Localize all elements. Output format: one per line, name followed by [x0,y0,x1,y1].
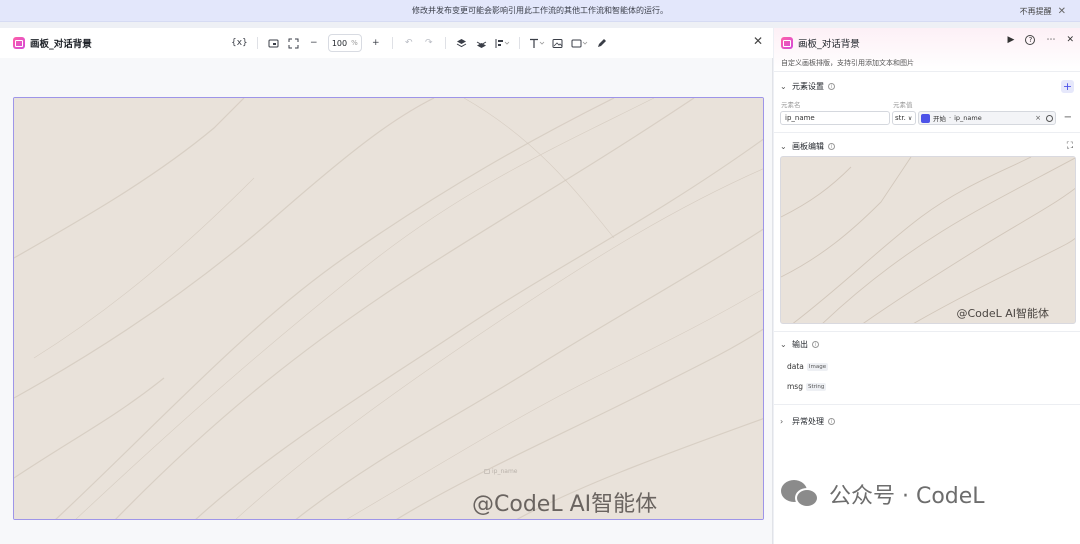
ref-separator: · [949,114,952,122]
canvas-editor-title: 画板_对话背景 [30,39,92,50]
node-config-panel: 画板_对话背景 ▶ ? ⋯ ✕ 自定义画板排版，支持引用添加文本和图片 ⌄ 元素… [774,28,1080,544]
info-icon: i [828,418,835,425]
close-icon[interactable]: ✕ [1058,6,1066,17]
section-divider [774,132,1080,133]
close-editor-icon[interactable]: ✕ [753,34,763,48]
output-type-badge: Image [806,362,829,371]
output-row: msg String [787,382,827,391]
align-dropdown-icon[interactable] [492,33,513,53]
close-panel-icon[interactable]: ✕ [1066,35,1074,45]
section-board-edit[interactable]: ⌄ 画板编辑 i [780,141,835,152]
column-name-label: 元素名 [781,101,801,109]
output-title: 输出 [792,340,808,349]
drawing-canvas[interactable]: ip_name @CodeL AI智能体 [13,97,764,520]
run-icon[interactable]: ▶ [1008,35,1015,45]
fit-screen-icon[interactable] [264,33,284,53]
chevron-down-icon: ⌄ [780,142,787,151]
info-icon: i [812,341,819,348]
placeholder-label: ip_name [492,468,518,475]
expand-icon[interactable]: ⛶ [1067,141,1073,151]
banner-message: 修改并发布变更可能会影响引用此工作流的其他工作流和智能体的运行。 [412,6,668,15]
toolbar-divider [444,37,446,49]
remove-element-icon[interactable]: − [1064,112,1072,123]
toolbar-divider [256,37,258,49]
type-select[interactable]: str. ∨ [892,111,916,125]
settings-icon[interactable] [1046,114,1053,122]
error-handling-title: 异常处理 [792,417,824,426]
panel-node-icon [781,37,793,49]
info-icon: i [828,83,835,90]
chevron-down-icon: ∨ [907,114,913,122]
chevron-down-icon: ⌄ [780,340,787,349]
zoom-in-icon[interactable]: + [366,33,386,53]
canvas-node-icon [13,37,25,49]
canvas-toolbar: {x} − 100 % + ↶ ↷ [228,33,612,53]
element-name-input[interactable]: ip_name [780,111,890,125]
canvas-editor-header: 画板_对话背景 {x} − 100 % + ↶ ↷ ✕ [0,28,773,58]
add-element-button[interactable]: + [1061,80,1074,93]
bring-forward-icon[interactable] [452,33,472,53]
dismiss-label[interactable]: 不再提醒 [1020,6,1052,17]
help-icon[interactable]: ? [1025,35,1036,45]
notice-banner: 修改并发布变更可能会影响引用此工作流的其他工作流和智能体的运行。 不再提醒 ✕ [0,0,1080,22]
section-divider [774,331,1080,332]
section-output[interactable]: ⌄ 输出 i [780,339,819,350]
fullscreen-icon[interactable] [284,33,304,53]
output-name: msg [787,382,803,391]
ip-name-placeholder[interactable]: ip_name [484,468,518,475]
zoom-unit: % [351,39,358,47]
canvas-watermark-text[interactable]: @CodeL AI智能体 [472,486,657,518]
section-error-handling[interactable]: › 异常处理 i [780,416,835,427]
background-image [14,98,763,519]
chevron-right-icon: › [780,417,784,426]
ref-source: 开始 [933,115,946,123]
undo-icon[interactable]: ↶ [399,33,419,53]
panel-header: 画板_对话背景 ▶ ? ⋯ ✕ 自定义画板排版，支持引用添加文本和图片 [774,28,1080,72]
board-edit-title: 画板编辑 [792,142,824,151]
redo-icon[interactable]: ↷ [419,33,439,53]
type-value: str. [895,114,906,122]
output-row: data Image [787,362,829,371]
section-divider [774,404,1080,405]
image-tool-icon[interactable] [548,33,568,53]
clear-icon[interactable]: × [1035,114,1041,122]
wechat-watermark: 公众号 · CodeL [781,478,985,510]
element-value-reference[interactable]: 开始 · ip_name × [918,111,1056,125]
toolbar-divider [518,37,520,49]
send-backward-icon[interactable] [472,33,492,53]
shape-tool-icon[interactable] [568,33,592,53]
pen-tool-icon[interactable] [592,33,612,53]
wechat-logo-icon [781,478,821,510]
column-value-label: 元素值 [893,101,913,109]
canvas-editor: 画板_对话背景 {x} − 100 % + ↶ ↷ ✕ ip_name @Cod… [0,28,773,544]
ref-variable: ip_name [954,114,982,122]
toolbar-divider [391,37,393,49]
text-tool-icon[interactable] [526,33,548,53]
zoom-out-icon[interactable]: − [304,33,324,53]
image-placeholder-icon [484,469,490,474]
start-node-icon [921,113,930,123]
variable-button[interactable]: {x} [228,33,251,53]
preview-watermark: @CodeL AI智能体 [956,307,1049,320]
output-name: data [787,362,804,371]
board-preview[interactable]: @CodeL AI智能体 [780,156,1076,324]
wechat-watermark-text: 公众号 · CodeL [829,484,985,509]
output-type-badge: String [805,382,827,391]
more-icon[interactable]: ⋯ [1046,35,1055,45]
panel-description: 自定义画板排版，支持引用添加文本和图片 [781,59,914,67]
element-settings-title: 元素设置 [792,82,824,91]
info-icon: i [828,143,835,150]
chevron-down-icon: ⌄ [780,82,787,91]
zoom-value: 100 [331,38,348,48]
zoom-input[interactable]: 100 % [327,34,362,52]
banner-dismiss[interactable]: 不再提醒 ✕ [1020,0,1066,22]
section-element-settings[interactable]: ⌄ 元素设置 i [780,81,835,92]
panel-title[interactable]: 画板_对话背景 [798,36,860,50]
